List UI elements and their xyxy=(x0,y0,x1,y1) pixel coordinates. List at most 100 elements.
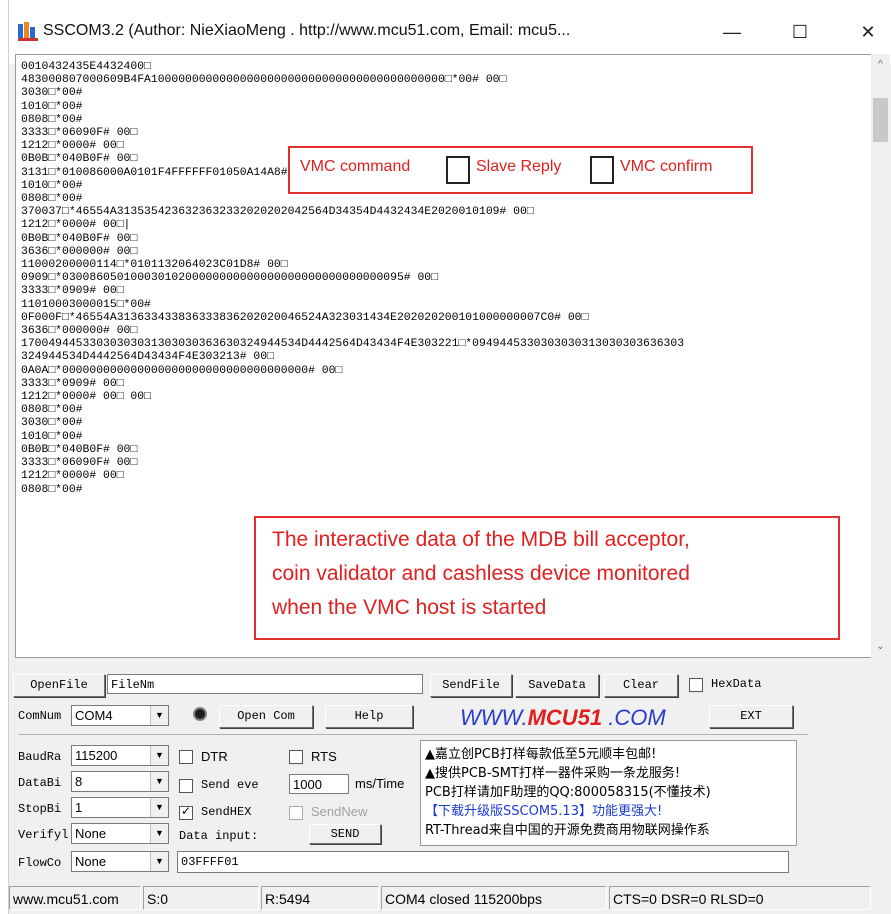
window-title: SSCOM3.2 (Author: NieXiaoMeng . http://w… xyxy=(43,22,571,39)
clear-button[interactable]: Clear xyxy=(604,674,678,697)
ext-button[interactable]: EXT xyxy=(709,705,793,728)
log-line: 0A0A□*0000000000000000000000000000000000… xyxy=(21,364,343,377)
minimize-button[interactable]: — xyxy=(709,14,755,50)
note-annotation-box: The interactive data of the MDB bill acc… xyxy=(254,516,840,640)
ad-line[interactable]: ▲嘉立创PCB打样每款低至5元顺丰包邮! xyxy=(425,743,656,762)
verify-value: None xyxy=(75,826,107,841)
legend-slave-reply: Slave Reply xyxy=(476,158,562,175)
log-line: 3030□*00# xyxy=(21,87,83,100)
legend-vmc-confirm: VMC confirm xyxy=(620,158,713,175)
databits-value: 8 xyxy=(75,774,83,789)
data-input-field[interactable]: 03FFFF01 xyxy=(177,851,789,873)
file-name-input[interactable]: FileNm xyxy=(107,674,423,694)
ad-download-link[interactable]: 【下载升级版SSCOM5.13】功能更强大! xyxy=(425,800,662,819)
send-every-checkbox[interactable] xyxy=(179,779,193,793)
chevron-down-icon[interactable]: ▼ xyxy=(150,798,168,817)
log-line: 3333□*0909# 00□ xyxy=(21,377,124,390)
status-site[interactable]: www.mcu51.com xyxy=(9,886,141,910)
sendhex-checkbox[interactable] xyxy=(179,804,193,820)
status-bar: www.mcu51.com S:0 R:5494 COM4 closed 115… xyxy=(9,883,891,914)
data-input-label: Data input: xyxy=(179,829,259,843)
log-line: 483000807000609B4FA100000000000000000000… xyxy=(21,74,507,87)
note-line: coin validator and cashless device monit… xyxy=(272,562,690,585)
log-line: 370037□*46554A31353542363236323320202020… xyxy=(21,206,534,219)
open-file-button[interactable]: OpenFile xyxy=(13,674,105,697)
databits-label: DataBi xyxy=(18,776,62,790)
port-status-led-icon xyxy=(193,707,207,721)
app-icon xyxy=(18,22,38,41)
brand-link[interactable]: WWW.MCU51 .COM xyxy=(460,705,666,731)
flow-select[interactable]: None ▼ xyxy=(71,851,169,872)
log-line: 0808□*00# xyxy=(21,113,83,126)
note-line: The interactive data of the MDB bill acc… xyxy=(272,528,690,551)
log-line: 0F000F□*46554A31363343383633383620202004… xyxy=(21,311,589,324)
log-line: 1212□*0000# 00□| xyxy=(21,219,131,232)
baudrate-label: BaudRa xyxy=(18,750,62,764)
status-received: R:5494 xyxy=(261,886,379,910)
chevron-down-icon[interactable]: ▼ xyxy=(150,852,168,871)
ad-line[interactable]: ▲搜供PCB-SMT打样一器件采购一条龙服务! xyxy=(425,762,680,781)
receive-log: 0010432435E4432400□ 483000807000609B4FA10… xyxy=(21,61,684,497)
maximize-button[interactable]: ☐ xyxy=(777,14,823,50)
status-port-state: COM4 closed 115200bps xyxy=(381,886,607,910)
log-line: 1010□*00# xyxy=(21,430,83,443)
comnum-select[interactable]: COM4 ▼ xyxy=(71,705,169,726)
log-line: 0010432435E4432400□ xyxy=(21,61,151,73)
ad-line[interactable]: PCB打样请加F助理的QQ:800058315(不懂技术) xyxy=(425,781,711,800)
dtr-checkbox[interactable] xyxy=(179,750,193,764)
log-line: 3333□*0909# 00□ xyxy=(21,285,124,298)
brand-suffix: .COM xyxy=(602,705,666,730)
log-line: 3333□*06090F# 00□ xyxy=(21,457,138,470)
log-line: 1212□*0000# 00□ 00□ xyxy=(21,391,151,404)
vertical-scrollbar[interactable]: ^ ⌄ xyxy=(871,54,890,658)
save-data-button[interactable]: SaveData xyxy=(515,674,599,697)
comnum-label: ComNum xyxy=(18,709,62,723)
chevron-down-icon[interactable]: ▼ xyxy=(150,772,168,791)
dtr-label: DTR xyxy=(201,749,228,764)
legend-square-icon xyxy=(446,156,470,184)
scroll-thumb[interactable] xyxy=(873,98,888,142)
open-com-button[interactable]: Open Com xyxy=(219,705,313,728)
log-line: 3030□*00# xyxy=(21,417,83,430)
log-line: 0808□*00# xyxy=(21,483,83,496)
interval-input[interactable]: 1000 xyxy=(289,774,349,794)
ad-line[interactable]: RT-Thread来自中国的开源免费商用物联网操作系 xyxy=(425,819,710,838)
baudrate-select[interactable]: 115200 ▼ xyxy=(71,745,169,766)
send-file-button[interactable]: SendFile xyxy=(430,674,512,697)
chevron-down-icon[interactable]: ▼ xyxy=(150,706,168,725)
brand-name: MCU51 xyxy=(527,705,603,730)
log-line: 0808□*00# xyxy=(21,193,83,206)
sscom-window: SSCOM3.2 (Author: NieXiaoMeng . http://w… xyxy=(8,0,891,914)
scroll-down-icon[interactable]: ⌄ xyxy=(871,638,890,656)
log-line: 3636□*000000# 00□ xyxy=(21,325,138,338)
status-lines: CTS=0 DSR=0 RLSD=0 xyxy=(609,886,871,910)
log-line: 3333□*06090F# 00□ xyxy=(21,127,138,140)
divider xyxy=(18,734,808,735)
rts-checkbox[interactable] xyxy=(289,750,303,764)
chevron-down-icon[interactable]: ▼ xyxy=(150,746,168,765)
note-line: when the VMC host is started xyxy=(272,596,547,619)
scroll-up-icon[interactable]: ^ xyxy=(871,56,890,74)
close-button[interactable]: ✕ xyxy=(845,14,891,50)
verify-label: Verifyl xyxy=(18,828,69,842)
log-line: 324944534D4442564D43434F4E303213# 00□ xyxy=(21,351,274,364)
ads-panel: ▲嘉立创PCB打样每款低至5元顺丰包邮! ▲搜供PCB-SMT打样一器件采购一条… xyxy=(420,740,797,846)
chevron-down-icon[interactable]: ▼ xyxy=(150,824,168,843)
baudrate-value: 115200 xyxy=(75,748,118,763)
hexdata-checkbox[interactable] xyxy=(689,678,703,692)
comnum-value: COM4 xyxy=(75,708,113,723)
status-sent: S:0 xyxy=(143,886,259,910)
brand-prefix: WWW. xyxy=(460,705,528,730)
log-line: 1212□*0000# 00□ xyxy=(21,470,124,483)
sendnew-checkbox[interactable] xyxy=(289,806,303,820)
verify-select[interactable]: None ▼ xyxy=(71,823,169,844)
log-line: 0808□*00# xyxy=(21,404,83,417)
send-button[interactable]: SEND xyxy=(309,824,381,844)
databits-select[interactable]: 8 ▼ xyxy=(71,771,169,792)
log-line: 0909□*0300860501000301020000000000000000… xyxy=(21,272,438,285)
stopbits-select[interactable]: 1 ▼ xyxy=(71,797,169,818)
log-line: 0B0B□*040B0F# 00□ xyxy=(21,232,138,245)
help-button[interactable]: Help xyxy=(325,705,413,728)
log-line: 11010003000015□*00# xyxy=(21,298,151,311)
log-line: 1010□*00# xyxy=(21,100,83,113)
